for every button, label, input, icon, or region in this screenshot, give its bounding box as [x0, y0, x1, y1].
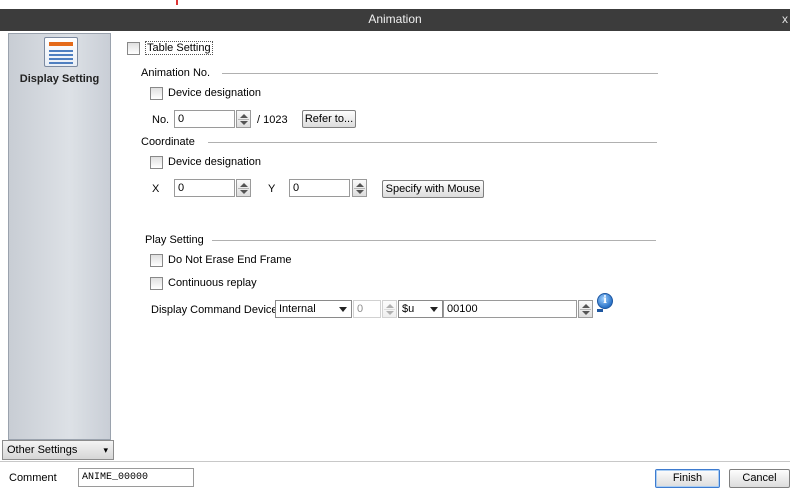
close-icon[interactable]: x [782, 12, 788, 26]
checkbox-box[interactable] [127, 41, 140, 55]
y-stepper[interactable] [352, 179, 367, 197]
animation-no-input[interactable]: 0 [174, 110, 235, 128]
checkbox-box[interactable] [150, 86, 163, 100]
title-bar: Animation x [0, 9, 790, 31]
footer-divider [0, 461, 790, 462]
device-type-value: Internal [279, 303, 316, 315]
window-title: Animation [368, 12, 422, 26]
cancel-button[interactable]: Cancel [729, 469, 790, 488]
x-stepper[interactable] [236, 179, 251, 197]
device-type-select[interactable]: Internal [275, 300, 352, 318]
checkbox-box[interactable] [150, 253, 163, 267]
comment-label: Comment [9, 472, 57, 484]
coordinate-group-label: Coordinate [141, 136, 195, 148]
x-label: X [152, 183, 160, 195]
device-address-stepper[interactable] [578, 300, 593, 318]
chevron-down-icon [430, 307, 438, 312]
device-kind-select[interactable]: $u [398, 300, 443, 318]
comment-input[interactable]: ANIME_00000 [78, 468, 194, 487]
finish-button[interactable]: Finish [655, 469, 720, 488]
checkbox-label: Device designation [168, 87, 261, 99]
chevron-down-icon [339, 307, 347, 312]
no-label: No. [152, 114, 170, 126]
sidebar: Display Setting [8, 33, 111, 440]
group-divider [208, 142, 657, 143]
x-input[interactable]: 0 [174, 179, 235, 197]
specify-with-mouse-button[interactable]: Specify with Mouse [382, 180, 484, 198]
top-marker [176, 0, 178, 5]
y-input[interactable]: 0 [289, 179, 350, 197]
y-label: Y [268, 183, 276, 195]
info-icon[interactable]: i [597, 293, 613, 309]
other-settings-dropdown[interactable]: Other Settings ▾ [2, 440, 114, 460]
max-no-label: / 1023 [257, 114, 288, 126]
station-no-stepper [382, 300, 397, 318]
info-icon-base [597, 309, 603, 312]
table-setting-label: Table Setting [145, 41, 213, 55]
display-setting-icon [44, 37, 78, 67]
checkbox-label: Device designation [168, 156, 261, 168]
table-setting-checkbox[interactable]: Table Setting [127, 41, 213, 55]
animation-no-stepper[interactable] [236, 110, 251, 128]
checkbox-label: Continuous replay [168, 277, 257, 289]
sidebar-item-label: Display Setting [19, 73, 100, 85]
continuous-replay-checkbox[interactable]: Continuous replay [150, 276, 257, 290]
station-no-input: 0 [353, 300, 381, 318]
do-not-erase-end-frame-checkbox[interactable]: Do Not Erase End Frame [150, 253, 292, 267]
group-divider [212, 240, 656, 241]
other-settings-label: Other Settings [7, 444, 78, 456]
checkbox-box[interactable] [150, 276, 163, 290]
checkbox-label: Do Not Erase End Frame [168, 254, 292, 266]
device-kind-value: $u [402, 303, 415, 315]
chevron-down-icon: ▾ [103, 445, 108, 455]
play-setting-group-label: Play Setting [145, 234, 204, 246]
animation-device-designation-checkbox[interactable]: Device designation [150, 86, 261, 100]
checkbox-box[interactable] [150, 155, 163, 169]
device-address-input[interactable]: 00100 [443, 300, 577, 318]
refer-to-button[interactable]: Refer to... [302, 110, 356, 128]
display-command-device-label: Display Command Device [151, 304, 278, 316]
group-divider [222, 73, 658, 74]
animation-no-group-label: Animation No. [141, 67, 211, 79]
coordinate-device-designation-checkbox[interactable]: Device designation [150, 155, 261, 169]
sidebar-item-display-setting[interactable]: Display Setting [9, 36, 110, 96]
